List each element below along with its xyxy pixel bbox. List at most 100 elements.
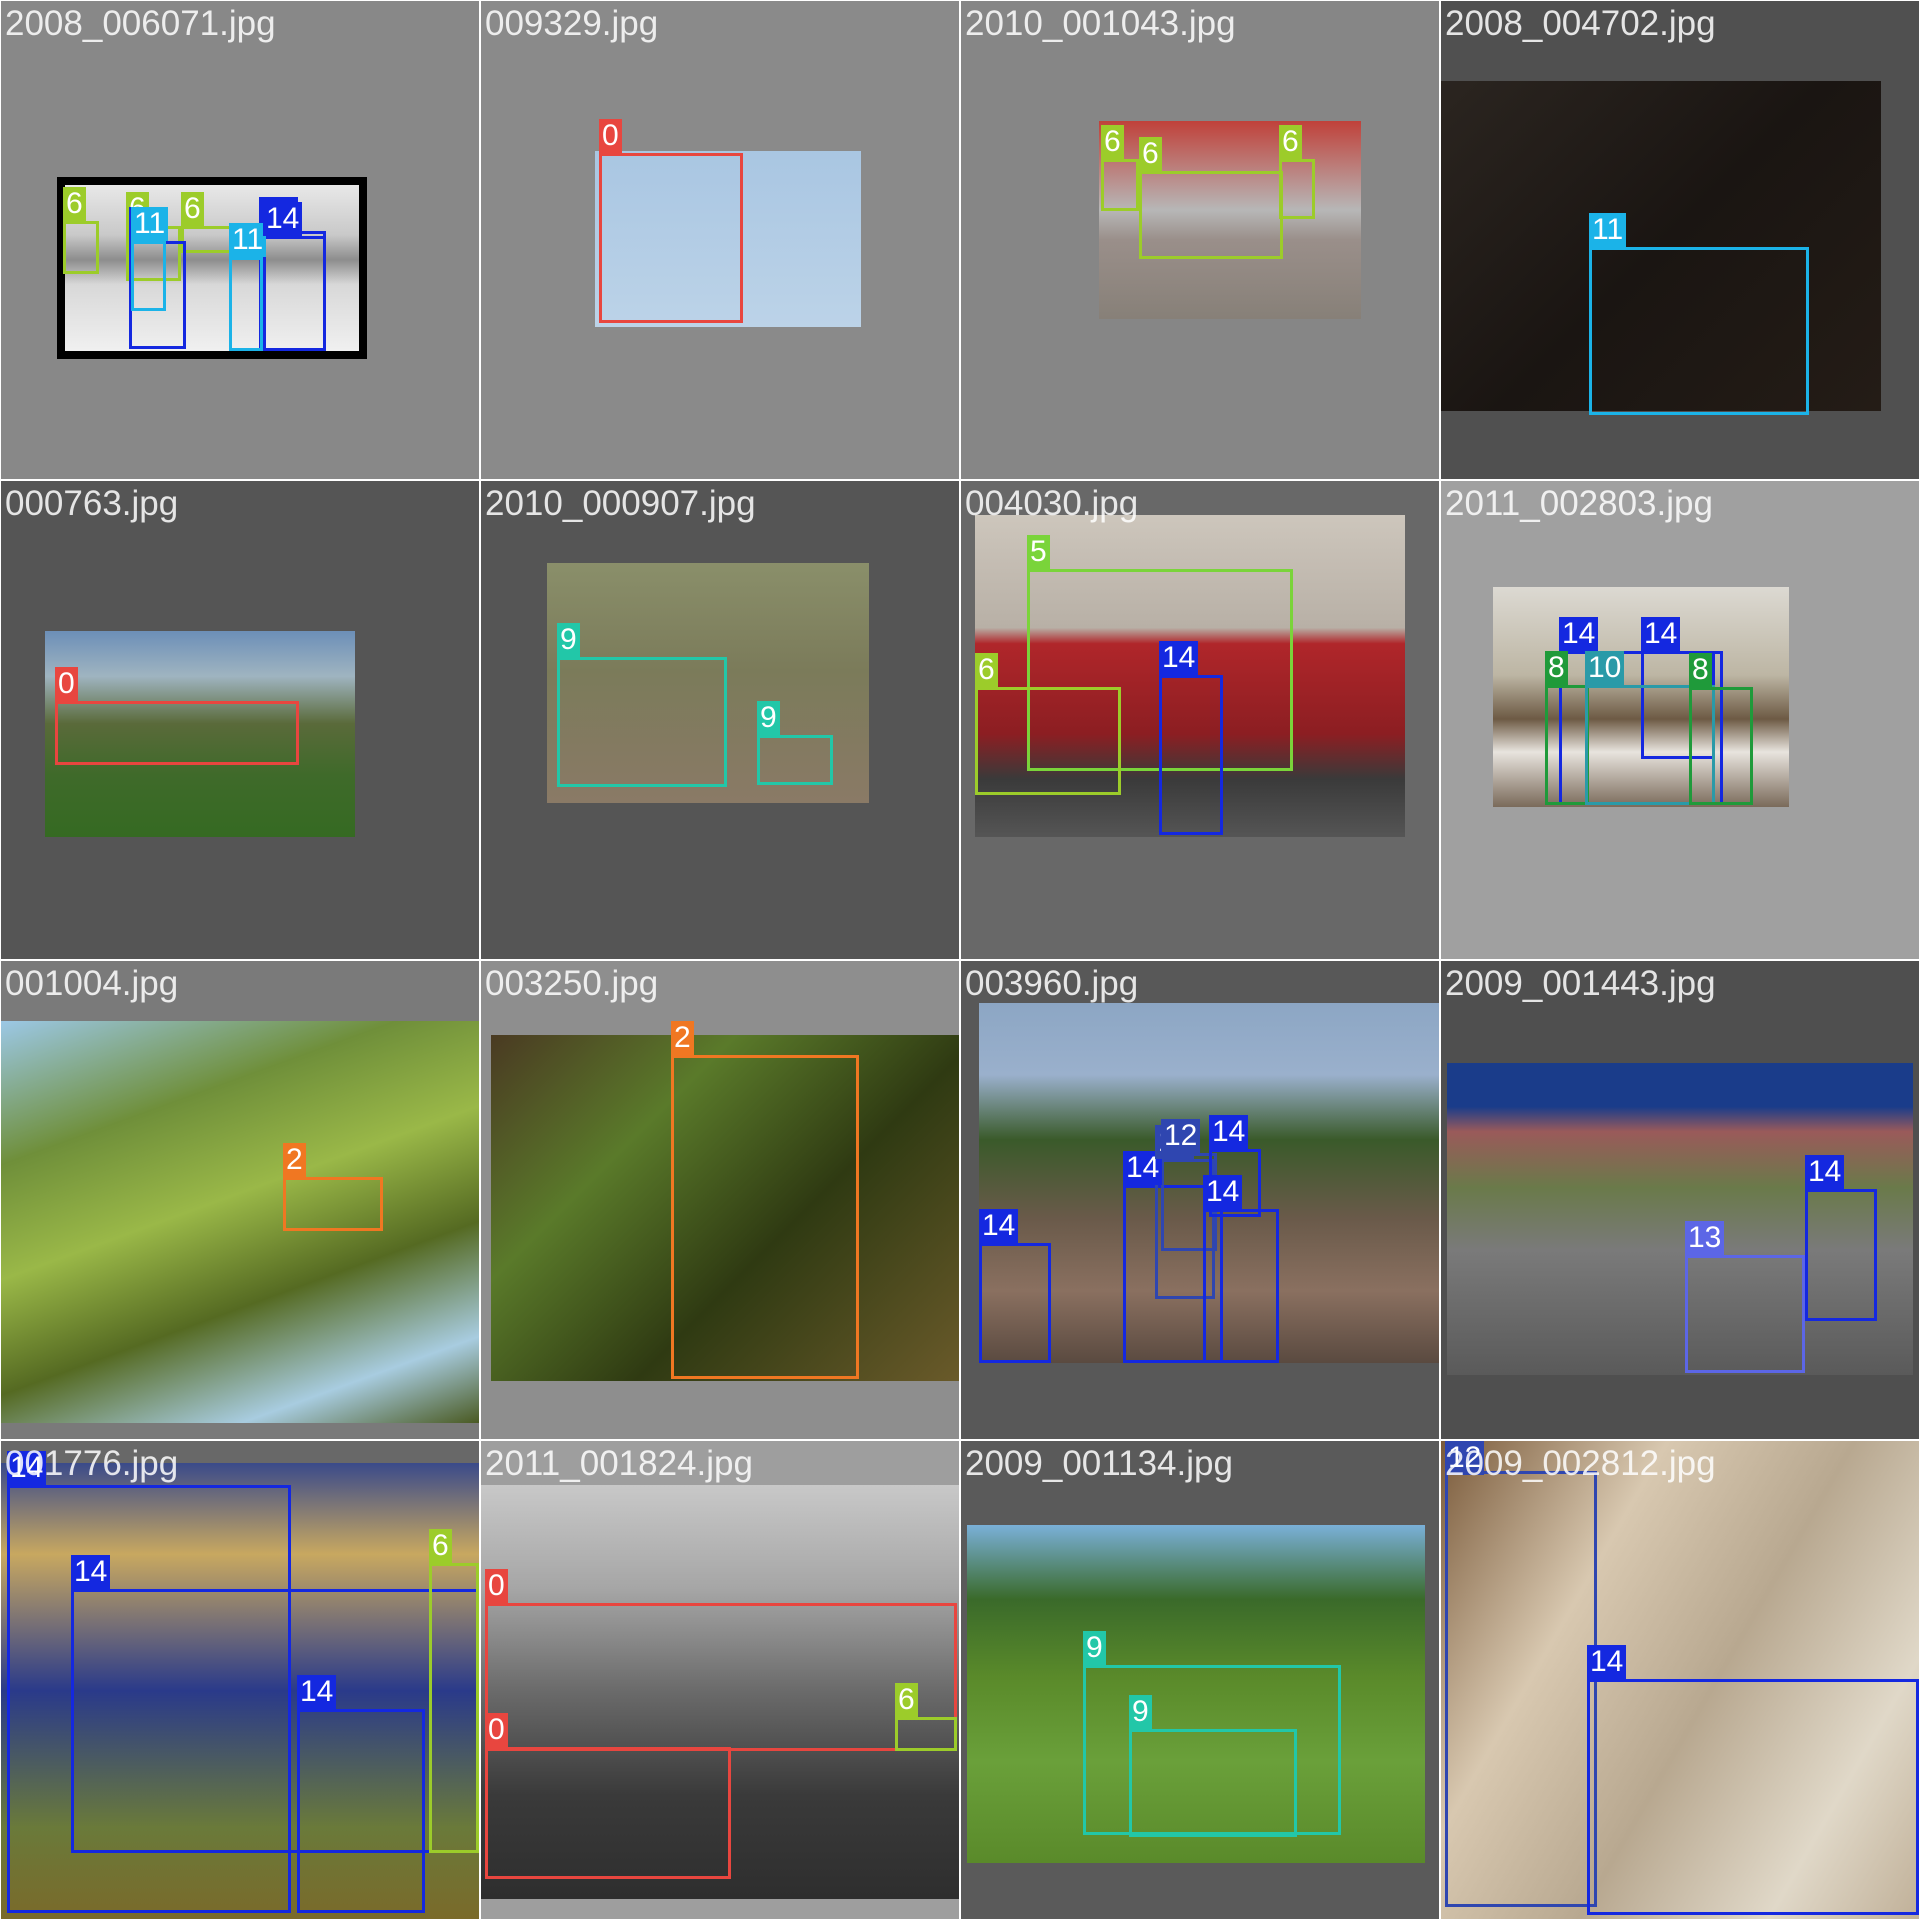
tile-filename: 2011_002803.jpg: [1445, 484, 1713, 523]
tile-filename: 2010_001043.jpg: [965, 4, 1236, 43]
bounding-box: [1805, 1189, 1877, 1321]
class-label: 14: [297, 1675, 337, 1709]
class-label: 11: [229, 223, 267, 257]
class-label: 9: [1083, 1631, 1106, 1665]
tile-filename: 2010_000907.jpg: [485, 484, 756, 523]
class-label: 6: [63, 187, 86, 221]
bounding-box: [1159, 675, 1223, 835]
bounding-box: [975, 687, 1121, 795]
bounding-box: [55, 701, 299, 765]
class-label: 6: [975, 653, 998, 687]
bounding-box: [229, 257, 263, 351]
class-label: 6: [1139, 137, 1162, 171]
bounding-box: [283, 1177, 383, 1231]
bounding-box: [63, 221, 99, 274]
class-label: 13: [1685, 1221, 1725, 1255]
mosaic-tile: people with dogs in a park, black and wh…: [1, 1, 479, 479]
mosaic-tile: white bird perched on a branch003250.jpg…: [481, 961, 959, 1439]
bounding-box: [757, 735, 833, 785]
tile-filename: 2009_001443.jpg: [1445, 964, 1716, 1003]
class-label: 0: [599, 119, 622, 153]
class-label: 14: [1203, 1175, 1243, 1209]
mosaic-tile: rally drivers and car in a service tent0…: [1, 1441, 479, 1919]
bounding-box: [1689, 687, 1753, 805]
class-label: 6: [429, 1529, 452, 1563]
class-label: 6: [1101, 125, 1124, 159]
mosaic-tile: motorcycle and rider at a race circuit20…: [1441, 961, 1919, 1439]
tile-filename: 003250.jpg: [485, 964, 659, 1003]
class-label: 14: [1209, 1115, 1249, 1149]
bounding-box: [1545, 685, 1589, 805]
bounding-box: [1685, 1255, 1805, 1373]
class-label: 0: [485, 1713, 508, 1747]
bounding-box: [131, 241, 166, 311]
class-label: 8: [1689, 653, 1712, 687]
bounding-box: [979, 1243, 1051, 1363]
class-label: 10: [1585, 651, 1625, 685]
class-label: 5: [1027, 535, 1050, 569]
tile-filename: 001776.jpg: [5, 1444, 179, 1483]
mosaic-tile: dark room, dog next to a metal bowl2008_…: [1441, 1, 1919, 479]
bounding-box: [429, 1563, 479, 1853]
mosaic-tile: hummingbird at a red feeder in a tree 001…: [1, 961, 479, 1439]
class-label: 2: [671, 1021, 694, 1055]
tile-filename: 2008_004702.jpg: [1445, 4, 1716, 43]
class-label: 14: [1559, 617, 1599, 651]
class-label: 11: [1589, 213, 1627, 247]
mosaic-tile: regional jet on a wet tarmac2011_001824.…: [481, 1441, 959, 1919]
mosaic-tile: cow and calf on a grassy field2009_00113…: [961, 1441, 1439, 1919]
class-label: 6: [895, 1683, 918, 1717]
class-label: 14: [979, 1209, 1019, 1243]
bounding-box: [1445, 1471, 1597, 1907]
class-label: 6: [181, 192, 204, 226]
bounding-box: [485, 1747, 731, 1879]
mosaic-tile: brown cow and calf lying in a field2010_…: [481, 481, 959, 959]
class-label: 14: [1587, 1645, 1627, 1679]
bounding-box: [1101, 159, 1139, 211]
class-label: 14: [263, 202, 303, 236]
tile-photo: hummingbird at a red feeder in a tree: [1, 1021, 479, 1423]
bounding-box: [1203, 1209, 1279, 1363]
bounding-box: [263, 236, 326, 351]
bounding-box: [671, 1055, 859, 1379]
mosaic-tile: old jet plane parked on grass000763.jpg0: [1, 481, 479, 959]
tile-filename: 2009_001134.jpg: [965, 1444, 1233, 1483]
class-label: 14: [1159, 641, 1199, 675]
bounding-box: [557, 657, 727, 787]
mosaic-tile: girl petting a horse through a metal fen…: [1441, 1441, 1919, 1919]
tile-filename: 004030.jpg: [965, 484, 1139, 523]
class-label: 9: [1129, 1695, 1152, 1729]
bounding-box: [297, 1709, 425, 1913]
tile-filename: 2011_001824.jpg: [485, 1444, 753, 1483]
bounding-box: [1129, 1729, 1297, 1837]
detection-mosaic: people with dogs in a park, black and wh…: [0, 0, 1920, 1920]
bounding-box: [599, 153, 743, 323]
bounding-box: [1139, 171, 1283, 259]
mosaic-tile: horses and spectators at a race track003…: [961, 961, 1439, 1439]
class-label: 11: [131, 207, 169, 241]
class-label: 9: [557, 623, 580, 657]
mosaic-tile: two people sitting at a table in a corri…: [1441, 481, 1919, 959]
class-label: 14: [71, 1555, 111, 1589]
mosaic-tile: red hatchback car on cobblestone street2…: [961, 1, 1439, 479]
class-label: 14: [1641, 617, 1681, 651]
tile-filename: 000763.jpg: [5, 484, 179, 523]
mosaic-tile: passenger airplane landing against blue …: [481, 1, 959, 479]
bounding-box: [1587, 1679, 1919, 1915]
tile-filename: 2008_006071.jpg: [5, 4, 276, 43]
class-label: 12: [1161, 1119, 1201, 1153]
class-label: 2: [283, 1143, 306, 1177]
class-label: 0: [55, 667, 78, 701]
tile-filename: 2009_002812.jpg: [1445, 1444, 1716, 1483]
class-label: 8: [1545, 651, 1568, 685]
bounding-box: [1279, 159, 1315, 219]
class-label: 9: [757, 701, 780, 735]
mosaic-tile: red double-decker bus on a London street…: [961, 481, 1439, 959]
tile-filename: 001004.jpg: [5, 964, 179, 1003]
class-label: 6: [1279, 125, 1302, 159]
tile-filename: 003960.jpg: [965, 964, 1139, 1003]
class-label: 0: [485, 1569, 508, 1603]
tile-filename: 009329.jpg: [485, 4, 659, 43]
bounding-box: [485, 1603, 957, 1751]
bounding-box: [1589, 247, 1809, 415]
